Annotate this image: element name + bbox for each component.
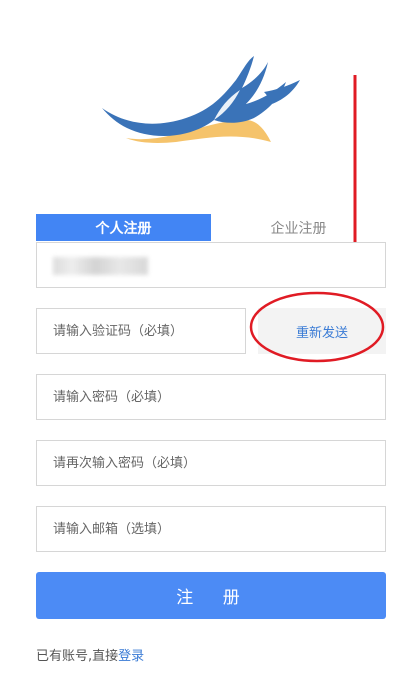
password-confirm-field[interactable] — [36, 440, 386, 486]
email-field[interactable] — [36, 506, 386, 552]
email-input[interactable] — [37, 507, 385, 551]
password-confirm-input[interactable] — [37, 441, 385, 485]
phone-blurred-value — [53, 257, 148, 275]
verification-code-input[interactable] — [37, 309, 245, 353]
wing-logo-icon — [102, 56, 300, 143]
login-prompt: 已有账号,直接登录 — [36, 645, 144, 664]
code-field[interactable] — [36, 308, 246, 354]
phone-field[interactable] — [36, 242, 386, 288]
password-input[interactable] — [37, 375, 385, 419]
login-link[interactable]: 登录 — [118, 649, 144, 664]
tab-enterprise[interactable]: 企业注册 — [211, 214, 386, 241]
login-prompt-text: 已有账号,直接 — [36, 649, 119, 664]
register-tabs: 个人注册 企业注册 — [36, 214, 386, 241]
tab-personal[interactable]: 个人注册 — [36, 214, 211, 241]
brand-logo — [96, 50, 306, 155]
resend-code-button[interactable]: 重新发送 — [258, 308, 386, 354]
password-field[interactable] — [36, 374, 386, 420]
register-button[interactable]: 注 册 — [36, 572, 386, 619]
